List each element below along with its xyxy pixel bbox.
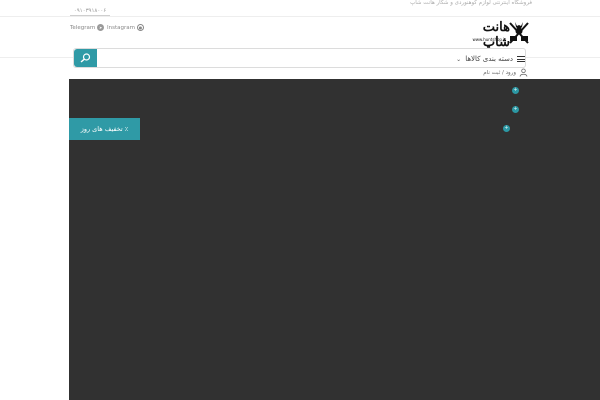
hotspot-plus-icon[interactable]: + — [512, 87, 519, 94]
login-register-link[interactable]: ورود / ثبت نام — [483, 68, 528, 77]
telegram-icon: ➤ — [97, 24, 105, 31]
logo-title: هانت شاپ — [482, 20, 510, 50]
instagram-link[interactable]: Instagram ● — [107, 24, 144, 31]
instagram-icon: ● — [136, 24, 144, 31]
categories-menu[interactable]: دسته بندی کالاها ⌄ — [456, 55, 525, 63]
phone-number[interactable]: ۰۹۱۰۳۹۱۸۰۰۶ — [70, 8, 110, 16]
daily-discounts-button[interactable]: ٪ تخفیف های روز — [69, 118, 140, 140]
site-tagline: فروشگاه اینترنتی لوازم کوهنوردی و شکار ه… — [410, 0, 532, 6]
hotspot-plus-icon[interactable]: + — [503, 125, 510, 132]
hero-slider: + + + ٪ تخفیف های روز — [69, 79, 600, 400]
search-icon — [80, 53, 91, 63]
top-bar: فروشگاه اینترنتی لوازم کوهنوردی و شکار ه… — [0, 0, 600, 17]
telegram-label: Telegram — [70, 24, 96, 31]
instagram-label: Instagram — [107, 24, 135, 31]
hotspot-plus-icon[interactable]: + — [512, 106, 519, 113]
hamburger-icon — [517, 55, 525, 63]
site-logo[interactable]: هانت شاپ www.huntshop.ir — [454, 19, 530, 50]
search-button[interactable] — [74, 49, 97, 67]
telegram-link[interactable]: Telegram ➤ — [70, 24, 105, 31]
categories-label: دسته بندی کالاها — [465, 55, 513, 63]
chevron-down-icon: ⌄ — [456, 55, 462, 63]
user-icon — [519, 68, 528, 77]
search-input[interactable] — [98, 49, 518, 67]
deer-knife-logo-icon — [509, 22, 529, 44]
logo-url: www.huntshop.ir — [472, 37, 506, 42]
login-label: ورود / ثبت نام — [483, 69, 516, 76]
